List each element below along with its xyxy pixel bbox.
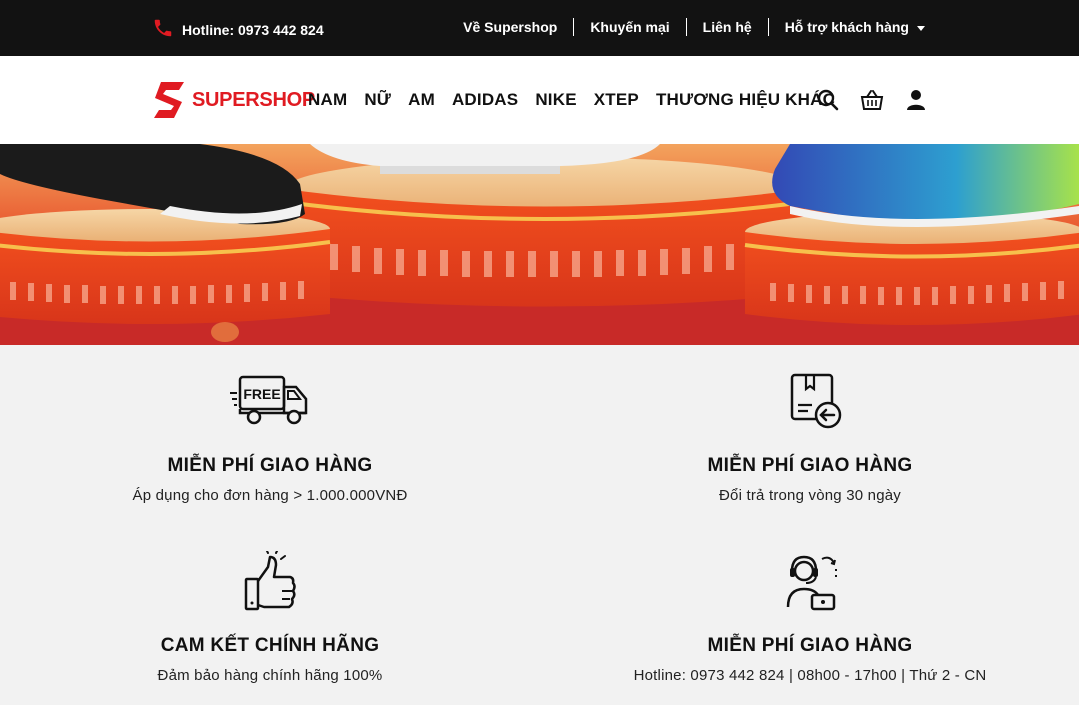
logo-s-icon (154, 82, 184, 118)
cart-basket-icon[interactable] (860, 88, 884, 112)
header-icons (816, 88, 928, 112)
main-nav: NAM NỮ AM ADIDAS NIKE XTEP THƯƠNG HIỆU K… (308, 90, 852, 110)
feature-desc: Áp dụng cho đơn hàng > 1.000.000VNĐ (132, 487, 408, 504)
thumbs-up-icon (244, 551, 296, 611)
logo[interactable]: SUPERSHOP (152, 80, 315, 120)
caret-down-icon (917, 25, 925, 31)
top-links: Về Supershop Khuyến mại Liên hệ Hỗ trợ k… (447, 18, 925, 36)
features-section: FREE MIỄN PHÍ GIAO HÀNG Áp dụng cho đơn … (0, 345, 1079, 705)
top-bar: Hotline: 0973 442 824 Về Supershop Khuyế… (0, 0, 1079, 56)
return-package-icon (790, 373, 842, 429)
link-support-dropdown[interactable]: Hỗ trợ khách hàng (769, 18, 925, 36)
user-icon[interactable] (904, 88, 928, 112)
link-promotions[interactable]: Khuyến mại (574, 18, 687, 36)
nav-item-nam[interactable]: NAM (308, 90, 347, 110)
support-label: Hỗ trợ khách hàng (784, 19, 909, 35)
nav-item-adidas[interactable]: ADIDAS (452, 90, 518, 110)
search-icon[interactable] (816, 88, 840, 112)
hotline[interactable]: Hotline: 0973 442 824 (152, 17, 324, 42)
hotline-text: Hotline: 0973 442 824 (182, 21, 324, 38)
free-delivery-truck-icon: FREE (230, 375, 308, 425)
link-about[interactable]: Về Supershop (447, 18, 575, 36)
logo-text: SUPERSHOP (192, 88, 315, 111)
hero-banner[interactable] (0, 144, 1079, 345)
feature-desc: Hotline: 0973 442 824 | 08h00 - 17h00 | … (633, 667, 987, 684)
nav-item-other-brands[interactable]: THƯƠNG HIỆU KHÁC (656, 90, 835, 110)
feature-support: MIỄN PHÍ GIAO HÀNG Hotline: 0973 442 824… (540, 551, 1079, 684)
feature-authentic: CAM KẾT CHÍNH HÃNG Đảm bảo hàng chính hã… (0, 551, 540, 684)
feature-title: MIỄN PHÍ GIAO HÀNG (707, 635, 913, 656)
nav-item-nu[interactable]: NỮ (364, 90, 391, 110)
support-agent-icon (786, 555, 837, 611)
feature-title: MIỄN PHÍ GIAO HÀNG (167, 455, 373, 476)
feature-desc: Đảm bảo hàng chính hãng 100% (157, 667, 383, 684)
feature-title: CAM KẾT CHÍNH HÃNG (160, 635, 380, 656)
nav-item-xtep[interactable]: XTEP (594, 90, 639, 110)
phone-icon (152, 17, 174, 42)
feature-returns: MIỄN PHÍ GIAO HÀNG Đổi trả trong vòng 30… (540, 371, 1079, 504)
svg-text:FREE: FREE (243, 386, 280, 402)
main-header: SUPERSHOP NAM NỮ AM ADIDAS NIKE XTEP THƯ… (0, 56, 1079, 144)
feature-title: MIỄN PHÍ GIAO HÀNG (707, 455, 913, 476)
link-contact[interactable]: Liên hệ (687, 18, 769, 36)
feature-desc: Đổi trả trong vòng 30 ngày (719, 487, 901, 504)
nav-item-nike[interactable]: NIKE (535, 90, 576, 110)
feature-free-shipping: FREE MIỄN PHÍ GIAO HÀNG Áp dụng cho đơn … (0, 371, 540, 504)
banner-image (0, 144, 1079, 345)
nav-item-am[interactable]: AM (408, 90, 435, 110)
